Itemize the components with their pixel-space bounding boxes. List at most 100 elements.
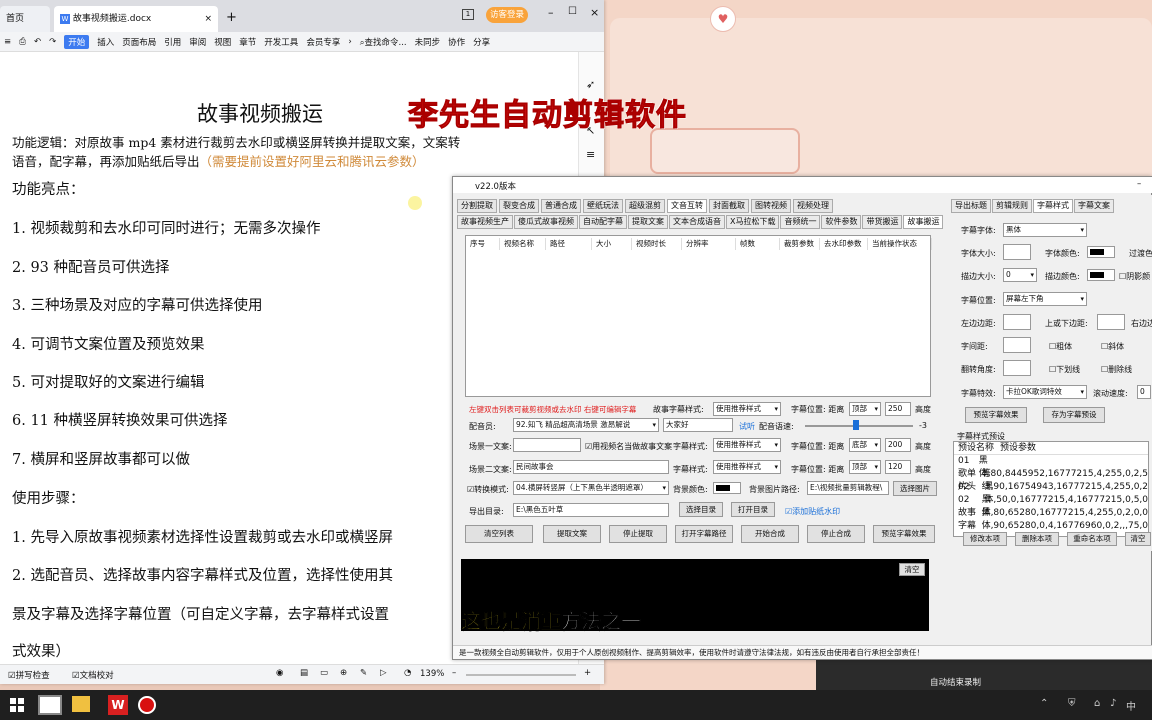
out-dir-input[interactable]: E:\黑色五叶草 [513, 503, 669, 517]
tab-document[interactable]: W 故事视频搬运.docx × [54, 6, 218, 32]
web-view-icon[interactable]: ⊕ [340, 668, 347, 678]
wps-app-icon[interactable]: W [108, 695, 128, 715]
tab-home[interactable]: 首页 [0, 6, 50, 32]
ribbon-more-icon[interactable]: › [348, 37, 351, 47]
maximize-icon[interactable]: ☐ [568, 6, 577, 17]
underline-checkbox[interactable]: ☐下划线 [1049, 364, 1080, 375]
tab-extract-text[interactable]: 提取文案 [628, 215, 668, 229]
tool-img2video[interactable]: 图转视频 [751, 199, 791, 213]
ribbon-tab-start[interactable]: 开始 [64, 34, 90, 49]
ribbon-tab-layout[interactable]: 页面布局 [122, 36, 156, 48]
tab-export-title[interactable]: 导出标题 [951, 199, 991, 213]
save-preset-button[interactable]: 存为字幕预设 [1043, 407, 1105, 423]
preset-table[interactable]: 预设名称 预设参数 01 黑体,80,8445952,16777215,4,255,… [953, 441, 1149, 537]
network-icon[interactable]: ⌂ [1094, 698, 1100, 709]
menu-icon[interactable]: ≡ [4, 37, 11, 47]
tab-subtitle-text[interactable]: 字幕文案 [1074, 199, 1114, 213]
pen-icon[interactable]: ✎ [360, 668, 367, 678]
tab-tts[interactable]: 文本合成语音 [669, 215, 725, 229]
col-name[interactable]: 视频名称 [500, 238, 546, 250]
story-style-select[interactable]: 使用推荐样式 [713, 402, 781, 416]
scene1-input[interactable] [513, 438, 581, 452]
col-crop[interactable]: 裁剪参数 [780, 238, 820, 250]
stop-merge-button[interactable]: 停止合成 [807, 525, 865, 543]
convert-select[interactable]: 04.横屏转竖屏（上下黑色半透明遮罩） [513, 481, 669, 495]
sub-pos-select[interactable]: 屏幕左下角 [1003, 292, 1087, 306]
start-merge-button[interactable]: 开始合成 [741, 525, 799, 543]
ribbon-tab-view[interactable]: 视图 [214, 36, 231, 48]
zoom-slider[interactable] [466, 674, 576, 676]
taskbar-ime[interactable]: 中 [1126, 698, 1136, 713]
voice-select[interactable]: 92.知飞 精品超高清场景 激昂解说 [513, 418, 659, 432]
col-path[interactable]: 路径 [546, 238, 592, 250]
tool-video-process[interactable]: 视频处理 [793, 199, 833, 213]
rename-preset-button[interactable]: 重命名本项 [1067, 532, 1117, 546]
tool-normal[interactable]: 普通合成 [541, 199, 581, 213]
bg-image-path[interactable]: E:\视频批量剪辑教程\ [807, 481, 889, 495]
tab-download[interactable]: X马拉松下载 [726, 215, 780, 229]
tab-auto-subtitle[interactable]: 自动配字幕 [579, 215, 627, 229]
ribbon-tab-reference[interactable]: 引用 [164, 36, 181, 48]
play-icon[interactable]: ▷ [380, 668, 387, 678]
page-view-icon[interactable]: ▤ [300, 668, 308, 678]
zoom-out-icon[interactable]: – [452, 668, 456, 678]
pos-anchor-2[interactable]: 底部 [849, 438, 881, 452]
spacing-input[interactable] [1003, 337, 1031, 353]
col-frames[interactable]: 帧数 [736, 238, 780, 250]
minimize-icon[interactable]: – [548, 6, 554, 19]
app-minimize-icon[interactable]: – [1137, 179, 1141, 189]
ribbon-tab-insert[interactable]: 插入 [97, 36, 114, 48]
scroll-speed-input[interactable]: 0 [1137, 385, 1151, 399]
tab-subtitle-style[interactable]: 字幕样式 [1033, 199, 1073, 213]
table-row[interactable]: 歌单02 等线,90,16754943,16777215,4,255,0,2 [954, 468, 1148, 492]
speed-slider-thumb[interactable] [853, 420, 859, 430]
file-explorer-icon[interactable] [72, 696, 90, 712]
share-button[interactable]: 分享 [473, 36, 490, 48]
tab-story-produce[interactable]: 故事视频生产 [457, 215, 513, 229]
spell-check[interactable]: ☑拼写检查 [8, 669, 50, 681]
new-tab-icon[interactable]: + [226, 10, 237, 25]
guest-login-button[interactable]: 访客登录 [486, 7, 529, 23]
tab-edit-rules[interactable]: 剪辑规则 [992, 199, 1032, 213]
pos-anchor-3[interactable]: 顶部 [849, 460, 881, 474]
italic-checkbox[interactable]: ☐斜体 [1101, 341, 1124, 352]
pos-value-1[interactable]: 250 [885, 402, 911, 416]
font-select[interactable]: 黑体 [1003, 223, 1087, 237]
scene2-input[interactable]: 民间故事会 [513, 460, 669, 474]
preview-style-button[interactable]: 预览字幕效果 [965, 407, 1027, 423]
preset-col-params[interactable]: 预设参数 [1000, 442, 1036, 454]
tab-params[interactable]: 软件参数 [821, 215, 862, 229]
pos-anchor-1[interactable]: 顶部 [849, 402, 881, 416]
sub-style-select-1[interactable]: 使用推荐样式 [713, 438, 781, 452]
pick-dir-button[interactable]: 选择目录 [679, 502, 723, 517]
search-command[interactable]: ⌕查找命令... [360, 36, 407, 48]
redo-icon[interactable]: ↷ [49, 37, 56, 47]
stroke-color-picker[interactable] [1087, 269, 1115, 281]
stop-extract-button[interactable]: 停止提取 [609, 525, 667, 543]
eye-icon[interactable]: ◉ [276, 668, 283, 678]
bold-checkbox[interactable]: ☐粗体 [1049, 341, 1072, 352]
voice-try-link[interactable]: 试听 [739, 421, 755, 432]
clear-presets-button[interactable]: 清空 [1125, 532, 1151, 546]
ribbon-tab-review[interactable]: 审阅 [189, 36, 206, 48]
ribbon-tab-member[interactable]: 会员专享 [306, 36, 340, 48]
ribbon-tab-devtools[interactable]: 开发工具 [264, 36, 298, 48]
adjust-icon[interactable]: ≡ [586, 148, 595, 161]
video-list-table[interactable]: 序号 视频名称 路径 大小 视频时长 分辨率 帧数 裁剪参数 去水印参数 当前操… [465, 235, 932, 397]
save-icon[interactable]: ⎙ [19, 37, 26, 47]
task-view-icon[interactable] [38, 695, 62, 715]
bg-color-picker[interactable] [713, 482, 741, 494]
shadow-color-checkbox[interactable]: ☐阴影颜 [1119, 271, 1150, 282]
tab-audio-unify[interactable]: 音频统一 [780, 215, 821, 229]
sync-status[interactable]: 未同步 [415, 36, 441, 48]
table-row[interactable]: 02 黑体,80,65280,16777215,4,255,0,2,0,0 [954, 494, 1148, 518]
zoom-in-icon[interactable]: + [584, 668, 591, 678]
clear-list-button[interactable]: 清空列表 [465, 525, 533, 543]
col-watermark[interactable]: 去水印参数 [820, 238, 868, 250]
tool-supermix[interactable]: 超级混剪 [625, 199, 665, 213]
close-tab-icon[interactable]: × [204, 6, 212, 32]
undo-icon[interactable]: ↶ [34, 37, 41, 47]
close-icon[interactable]: × [590, 6, 599, 19]
strike-checkbox[interactable]: ☐删除线 [1101, 364, 1132, 375]
collab-button[interactable]: 协作 [448, 36, 465, 48]
